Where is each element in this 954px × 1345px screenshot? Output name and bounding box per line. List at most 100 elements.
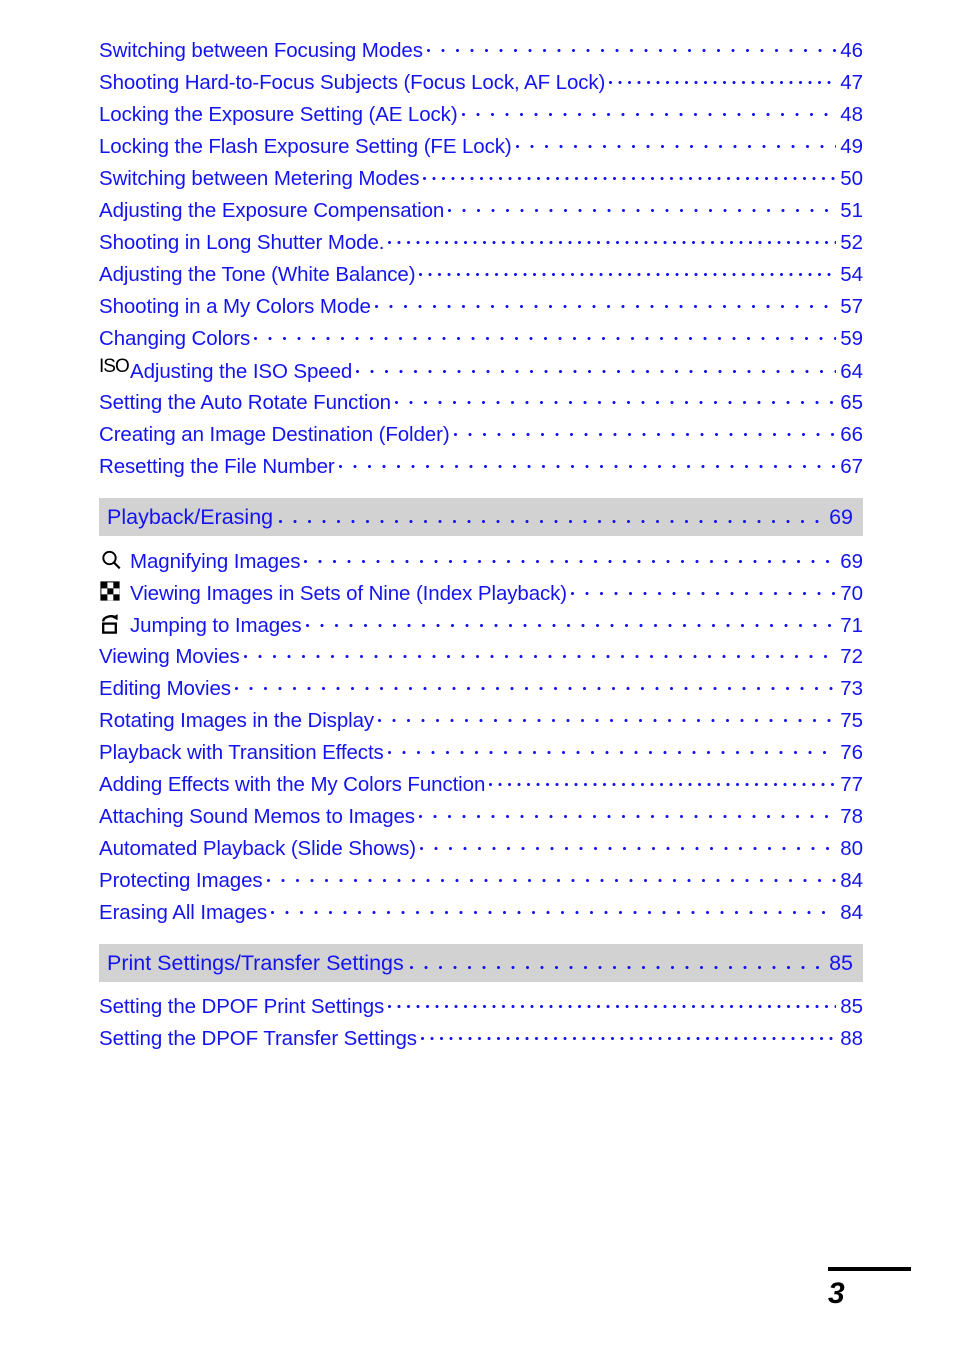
toc-entry-page-number: 84 [840,900,863,924]
toc-entry[interactable]: Editing Movies 73 [99,674,863,706]
toc-dot-leader [571,580,837,601]
toc-entry[interactable]: Adjusting the Tone (White Balance) 54 [99,260,863,292]
toc-dot-leader [489,770,837,791]
toc-entry[interactable]: Jumping to Images 71 [99,610,863,642]
toc-entry[interactable]: Viewing Images in Sets of Nine (Index Pl… [99,578,863,610]
toc-entry-page-number: 71 [840,614,863,637]
toc-entry[interactable]: ISO Adjusting the ISO Speed 64 [99,356,863,388]
toc-entry-title: Adjusting the Exposure Compensation [99,198,445,222]
toc-entry[interactable]: Resetting the File Number 67 [99,452,863,484]
toc-entry-page-number: 54 [840,262,863,286]
toc-dot-leader [609,68,837,89]
toc-entry[interactable]: Erasing All Images 84 [99,898,863,930]
toc-entry-title: Jumping to Images [130,614,302,637]
toc-entry[interactable]: Locking the Flash Exposure Setting (FE L… [99,132,863,164]
toc-entry-title: Setting the Auto Rotate Function [99,390,391,414]
toc-entry-title: Erasing All Images [99,900,267,924]
toc-entry-title: Shooting in Long Shutter Mode. [99,230,385,254]
toc-dot-leader [270,898,837,919]
toc-entry-title: Shooting in a My Colors Mode [99,294,371,318]
toc-dot-leader [338,452,837,473]
toc-entry-page-number: 64 [840,360,863,383]
footer-rule [828,1267,911,1271]
toc-entry[interactable]: Locking the Exposure Setting (AE Lock) 48 [99,100,863,132]
toc-entry-title: Setting the DPOF Print Settings [99,994,385,1018]
toc-entry-page-number: 75 [840,708,863,732]
toc-entry[interactable]: Playback with Transition Effects 76 [99,738,863,770]
toc-dot-leader [409,952,824,974]
toc-entry[interactable]: Automated Playback (Slide Shows) 80 [99,834,863,866]
toc-dot-leader [423,164,836,185]
document-page: Switching between Focusing Modes 46 Shooti… [0,0,954,1345]
toc-entry[interactable]: Creating an Image Destination (Folder) 66 [99,420,863,452]
toc-entry[interactable]: Magnifying Images 69 [99,546,863,578]
toc-entry-title: Playback with Transition Effects [99,740,384,764]
toc-section-header[interactable]: Playback/Erasing 69 [99,498,863,536]
toc-entry-page-number: 59 [840,326,863,350]
toc-entry[interactable]: Protecting Images 84 [99,866,863,898]
toc-entry-page-number: 84 [840,868,863,892]
toc-dot-leader [374,292,837,313]
toc-entry-title: Changing Colors [99,326,251,350]
toc-section-entry-list: Magnifying Images 69 Viewing Images in Set… [99,546,863,930]
toc-dot-leader [304,548,837,569]
toc-dot-leader [426,36,837,57]
toc-entry-title: Switching between Focusing Modes [99,38,423,62]
toc-entry-page-number: 69 [840,550,863,573]
toc-entry-title: Creating an Image Destination (Folder) [99,422,450,446]
toc-entry[interactable]: Shooting Hard-to-Focus Subjects (Focus L… [99,68,863,100]
toc-entry[interactable]: Adjusting the Exposure Compensation 51 [99,196,863,228]
toc-entry-page-number: 46 [840,38,863,62]
toc-entry[interactable]: Setting the DPOF Print Settings 85 [99,992,863,1024]
toc-entry-page-number: 72 [840,644,863,668]
toc-entry-title: Setting the DPOF Transfer Settings [99,1026,417,1050]
magnifier-icon [99,548,126,570]
toc-dot-leader [234,674,837,695]
iso-icon-label: ISO [99,356,130,377]
toc-dot-leader [515,132,837,153]
toc-section-list: Playback/Erasing 69 Magnifying Images 69 Vie… [99,498,863,1056]
toc-entry[interactable]: Shooting in a My Colors Mode 57 [99,292,863,324]
jump-icon [99,612,126,634]
toc-entry-page-number: 57 [840,294,863,318]
table-of-contents: Switching between Focusing Modes 46 Shooti… [99,36,863,1056]
toc-entry-title: Magnifying Images [130,550,301,573]
toc-entry-title: Viewing Movies [99,644,240,668]
toc-entry[interactable]: Setting the DPOF Transfer Settings 88 [99,1024,863,1056]
toc-entry-title: Editing Movies [99,676,231,700]
toc-entry[interactable]: Changing Colors 59 [99,324,863,356]
toc-entry[interactable]: Attaching Sound Memos to Images 78 [99,802,863,834]
toc-entry-page-number: 80 [840,836,863,860]
toc-dot-leader [356,358,837,379]
toc-entry-title: Attaching Sound Memos to Images [99,804,415,828]
toc-entry-title: Automated Playback (Slide Shows) [99,836,416,860]
toc-dot-leader [419,834,837,855]
toc-section-header[interactable]: Print Settings/Transfer Settings 85 [99,944,863,982]
toc-entry-title: Locking the Exposure Setting (AE Lock) [99,102,458,126]
toc-entry-title: Resetting the File Number [99,454,335,478]
toc-dot-leader [243,642,837,663]
toc-entry-title: Locking the Flash Exposure Setting (FE L… [99,134,512,158]
toc-entry[interactable]: Adding Effects with the My Colors Functi… [99,770,863,802]
toc-dot-leader [279,506,824,528]
toc-section-page-number: 85 [829,950,853,975]
toc-dot-leader [388,228,837,249]
toc-entry[interactable]: Rotating Images in the Display 75 [99,706,863,738]
toc-section-title: Print Settings/Transfer Settings [107,950,404,975]
toc-entry[interactable]: Viewing Movies 72 [99,642,863,674]
toc-entry[interactable]: Switching between Metering Modes 50 [99,164,863,196]
toc-entry[interactable]: Switching between Focusing Modes 46 [99,36,863,68]
toc-entry[interactable]: Shooting in Long Shutter Mode. 52 [99,228,863,260]
iso-icon: ISO [99,356,130,380]
toc-entry-page-number: 77 [840,772,863,796]
toc-entry[interactable]: Setting the Auto Rotate Function 65 [99,388,863,420]
toc-dot-leader [378,706,837,727]
toc-dot-leader [387,738,837,759]
toc-section-entry-list: Setting the DPOF Print Settings 85 Setting… [99,992,863,1056]
toc-dot-leader [461,100,837,121]
toc-dot-leader [266,866,837,887]
toc-entry-page-number: 47 [840,70,863,94]
toc-entry-page-number: 88 [840,1026,863,1050]
toc-dot-leader [418,802,837,823]
toc-dot-leader [419,260,836,281]
